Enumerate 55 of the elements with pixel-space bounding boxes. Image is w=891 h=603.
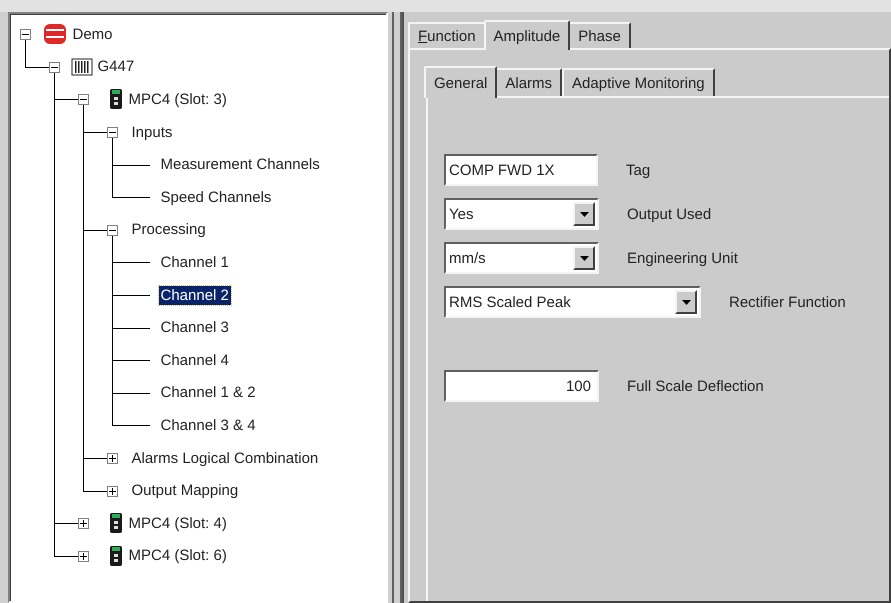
database-icon: [42, 23, 68, 46]
expander-toggle[interactable]: [106, 486, 118, 497]
rack-icon: [70, 58, 92, 76]
expander-toggle[interactable]: [106, 127, 118, 138]
tree-item[interactable]: MPC4 (Slot: 3): [126, 90, 229, 109]
tree-item[interactable]: Inputs: [130, 122, 174, 142]
tree-item[interactable]: G447: [96, 57, 136, 76]
tree-item[interactable]: Channel 3 & 4: [158, 416, 258, 435]
caret-icon: [580, 256, 588, 260]
tree-item[interactable]: Speed Channels: [158, 188, 274, 207]
caret-icon: [580, 212, 588, 216]
plus-icon: [80, 552, 86, 560]
tab[interactable]: General: [424, 66, 498, 98]
splitter[interactable]: [392, 12, 402, 603]
expander-toggle[interactable]: [106, 453, 118, 464]
tab[interactable]: Function: [408, 22, 486, 48]
dropdown[interactable]: mm/s: [444, 242, 599, 274]
field-label: Engineering Unit: [627, 250, 738, 266]
expander-toggle[interactable]: [48, 62, 60, 73]
tree-item[interactable]: Channel 1: [158, 252, 231, 272]
tree-item[interactable]: MPC4 (Slot: 4): [126, 514, 229, 533]
tree-item[interactable]: Channel 4: [158, 350, 231, 370]
plus-icon: [80, 520, 86, 528]
tab[interactable]: Amplitude: [484, 20, 570, 50]
module-icon: [108, 88, 124, 110]
tree-item[interactable]: Output Mapping: [130, 481, 240, 500]
tree-item[interactable]: Channel 2: [158, 286, 231, 305]
field-label: Output Used: [627, 206, 712, 222]
field-label: Full Scale Deflection: [627, 378, 764, 394]
expander-toggle[interactable]: [78, 518, 88, 530]
expander-toggle[interactable]: [20, 29, 30, 40]
tab[interactable]: Adaptive Monitoring: [562, 68, 715, 96]
tab[interactable]: Phase: [568, 22, 631, 48]
tree-item[interactable]: MPC4 (Slot: 6): [126, 546, 229, 566]
tab[interactable]: Alarms: [495, 68, 562, 96]
plus-icon: [108, 455, 116, 462]
expander-toggle[interactable]: [106, 224, 118, 236]
caret-icon: [682, 300, 690, 304]
dropdown[interactable]: RMS Scaled Peak: [444, 286, 701, 318]
field-label: Tag: [626, 162, 650, 178]
dropdown[interactable]: Yes: [444, 198, 599, 230]
number-field[interactable]: 100: [444, 370, 599, 402]
tree-item[interactable]: Alarms Logical Combination: [130, 448, 320, 468]
tree-item[interactable]: Demo: [70, 24, 115, 44]
module-icon: [108, 544, 124, 567]
expander-toggle[interactable]: [78, 550, 88, 562]
text-field[interactable]: COMP FWD 1X: [444, 154, 598, 186]
tree-item[interactable]: Processing: [130, 220, 208, 240]
module-icon: [108, 512, 124, 534]
expander-toggle[interactable]: [78, 94, 88, 106]
tree-item[interactable]: Channel 3: [158, 318, 231, 338]
field-label: Rectifier Function: [729, 294, 846, 310]
plus-icon: [108, 488, 116, 495]
tree-item[interactable]: Channel 1 & 2: [158, 383, 258, 402]
tree-item[interactable]: Measurement Channels: [158, 155, 322, 174]
